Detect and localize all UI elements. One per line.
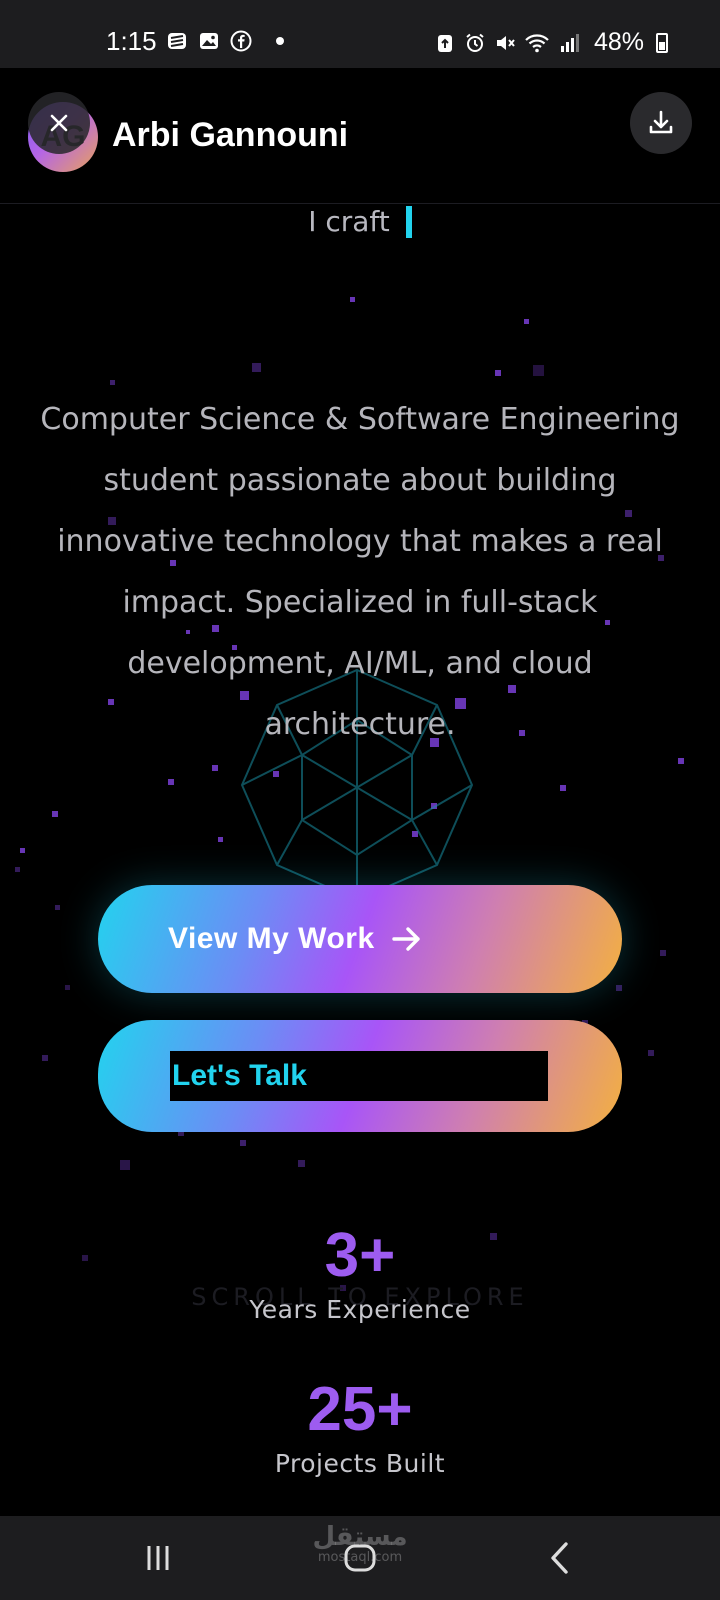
battery-icon bbox=[656, 32, 668, 53]
gallery-icon bbox=[200, 33, 218, 49]
back-chevron-icon bbox=[551, 1542, 568, 1574]
arrow-right-icon bbox=[391, 927, 420, 951]
wifi-icon bbox=[525, 33, 549, 52]
lets-talk-label: Let's Talk bbox=[172, 1059, 307, 1092]
hero-section: I craft Computer Science & Software Engi… bbox=[0, 205, 720, 1515]
recent-apps-icon bbox=[147, 1546, 169, 1570]
stack-icon bbox=[168, 33, 186, 49]
status-notification-icons bbox=[166, 30, 284, 52]
more-notifications-dot bbox=[276, 37, 284, 45]
save-icon bbox=[437, 34, 452, 52]
typing-cursor bbox=[405, 205, 412, 238]
signal-icon bbox=[560, 33, 579, 52]
typed-text: I craft bbox=[308, 205, 390, 238]
battery-percentage: 48% bbox=[593, 28, 644, 56]
mute-icon bbox=[496, 35, 515, 50]
profile-name: Arbi Gannouni bbox=[112, 116, 349, 154]
system-nav-bar: مستقل mostaql.com bbox=[0, 1516, 720, 1600]
back-button[interactable] bbox=[530, 1536, 590, 1580]
stat-value: 25+ bbox=[307, 1375, 413, 1444]
alarm-icon bbox=[466, 33, 484, 52]
download-button[interactable] bbox=[630, 92, 692, 154]
view-my-work-label: View My Work bbox=[168, 922, 375, 955]
close-icon bbox=[50, 114, 68, 132]
app-header: AG Arbi Gannouni bbox=[0, 68, 720, 204]
home-icon bbox=[344, 1544, 376, 1572]
lets-talk-button[interactable]: Let's Talk bbox=[98, 1020, 622, 1132]
bio-paragraph: Computer Science & Software Engineering … bbox=[40, 402, 680, 742]
view-my-work-button[interactable]: View My Work bbox=[98, 885, 622, 993]
typed-headline: I craft bbox=[0, 205, 720, 238]
stat-value: 3+ bbox=[324, 1221, 396, 1290]
close-button[interactable] bbox=[28, 92, 90, 154]
status-system-icons: 48% bbox=[434, 28, 668, 57]
facebook-icon bbox=[230, 30, 252, 52]
download-icon bbox=[649, 110, 673, 134]
stat-projects-built: 25+ Projects Built bbox=[0, 1375, 720, 1479]
stat-label: Projects Built bbox=[274, 1449, 446, 1478]
stat-label: Years Experience bbox=[249, 1295, 471, 1324]
recent-apps-button[interactable] bbox=[128, 1536, 188, 1580]
lets-talk-inner: Let's Talk bbox=[170, 1051, 548, 1101]
status-bar: 1:15 48% bbox=[0, 0, 720, 68]
home-button[interactable] bbox=[330, 1536, 390, 1580]
stat-years-experience: 3+ Years Experience bbox=[0, 1221, 720, 1325]
status-time: 1:15 bbox=[106, 26, 157, 56]
